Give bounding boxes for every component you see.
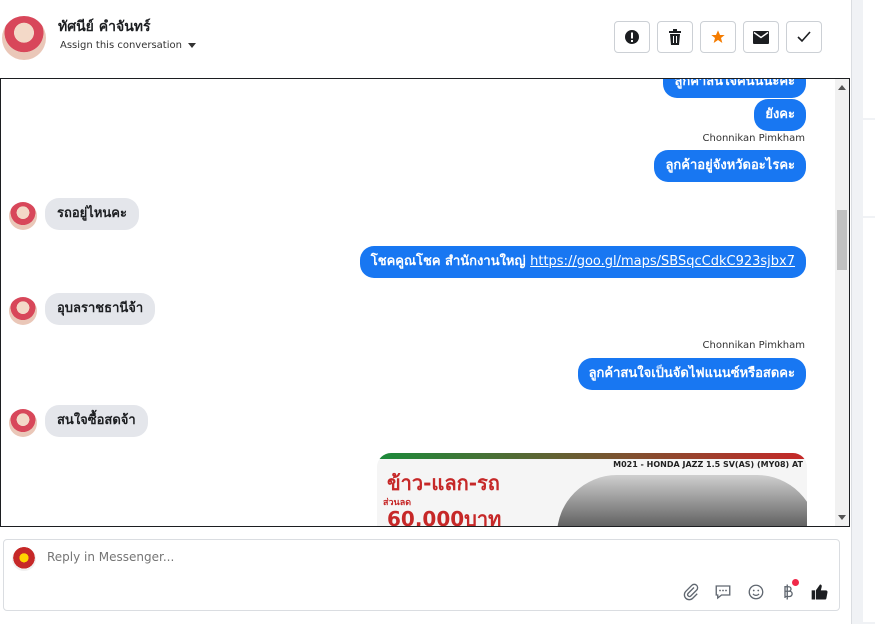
payment-button[interactable] <box>777 579 799 603</box>
contact-avatar[interactable] <box>2 16 46 60</box>
message-outgoing: ลูกค้าอยู่จังหวัดอะไรคะ <box>654 150 806 182</box>
mark-spam-button[interactable] <box>614 21 650 53</box>
sender-name: Chonnikan Pimkham <box>702 340 805 351</box>
scroll-up-arrow-icon[interactable] <box>838 85 846 90</box>
promo-model-text: M021 - HONDA JAZZ 1.5 SV(AS) (MY08) AT <box>613 460 803 469</box>
message-incoming: รถอยู่ไหนคะ <box>45 198 139 230</box>
conversation-pane[interactable]: ลูกค้าสนใจคันนี้นะคะ ยังคะ Chonnikan Pim… <box>0 78 850 527</box>
paperclip-icon <box>683 583 699 601</box>
details-card <box>863 120 875 216</box>
promo-amount: 60,000บาท <box>387 507 502 527</box>
car-image <box>557 475 807 526</box>
reply-composer <box>3 539 840 611</box>
message-incoming: สนใจซื้อสดจ้า <box>45 405 148 437</box>
message-outgoing: ลูกค้าสนใจเป็นจัดไฟแนนซ์หรือสดคะ <box>577 358 806 390</box>
page-avatar <box>12 547 36 571</box>
message-outgoing: ลูกค้าสนใจคันนี้นะคะ <box>663 79 806 98</box>
caret-down-icon <box>187 42 196 48</box>
assign-label: Assign this conversation <box>60 40 182 51</box>
map-link[interactable]: https://goo.gl/maps/SBSqcCdkC923sjbx7 <box>530 254 795 269</box>
envelope-icon <box>753 30 769 44</box>
mark-unread-button[interactable] <box>743 21 779 53</box>
star-button[interactable] <box>700 21 736 53</box>
send-like-button[interactable] <box>809 581 831 603</box>
message-outgoing-with-link: โชคคูณโชค สำนักงานใหญ่ https://goo.gl/ma… <box>359 246 806 278</box>
message-text: โชคคูณโชค สำนักงานใหญ่ <box>370 254 531 269</box>
contact-avatar-small <box>9 409 37 437</box>
promo-image-message[interactable]: M021 - HONDA JAZZ 1.5 SV(AS) (MY08) AT ข… <box>377 453 807 527</box>
assign-conversation-dropdown[interactable]: Assign this conversation <box>60 40 196 51</box>
reply-input[interactable] <box>47 550 647 564</box>
emoji-button[interactable] <box>745 581 767 603</box>
comment-icon <box>715 585 731 600</box>
message-outgoing: ยังคะ <box>754 99 806 131</box>
notification-dot <box>792 579 799 586</box>
attach-button[interactable] <box>680 581 702 603</box>
details-card <box>863 0 875 118</box>
scroll-down-arrow-icon[interactable] <box>838 515 846 520</box>
contact-avatar-small <box>9 202 37 230</box>
message-incoming: อุบลราชธานีจ้า <box>45 293 156 325</box>
scroll-thumb[interactable] <box>837 210 847 270</box>
saved-replies-button[interactable] <box>712 581 734 603</box>
trash-icon <box>669 29 681 45</box>
promo-banner-stripe <box>377 453 807 459</box>
details-card <box>863 218 875 622</box>
conversation-scrollbar[interactable] <box>835 79 849 526</box>
check-icon <box>797 31 811 43</box>
thumbs-up-icon <box>811 584 828 600</box>
contact-avatar-small <box>9 297 37 325</box>
smiley-icon <box>748 584 764 600</box>
star-icon <box>711 30 725 43</box>
delete-button[interactable] <box>657 21 693 53</box>
exclamation-icon <box>625 30 639 44</box>
sender-name: Chonnikan Pimkham <box>702 133 805 144</box>
contact-name: ทัศนีย์ คำจันทร์ <box>58 19 151 35</box>
mark-done-button[interactable] <box>786 21 822 53</box>
details-side-panel <box>851 0 875 624</box>
